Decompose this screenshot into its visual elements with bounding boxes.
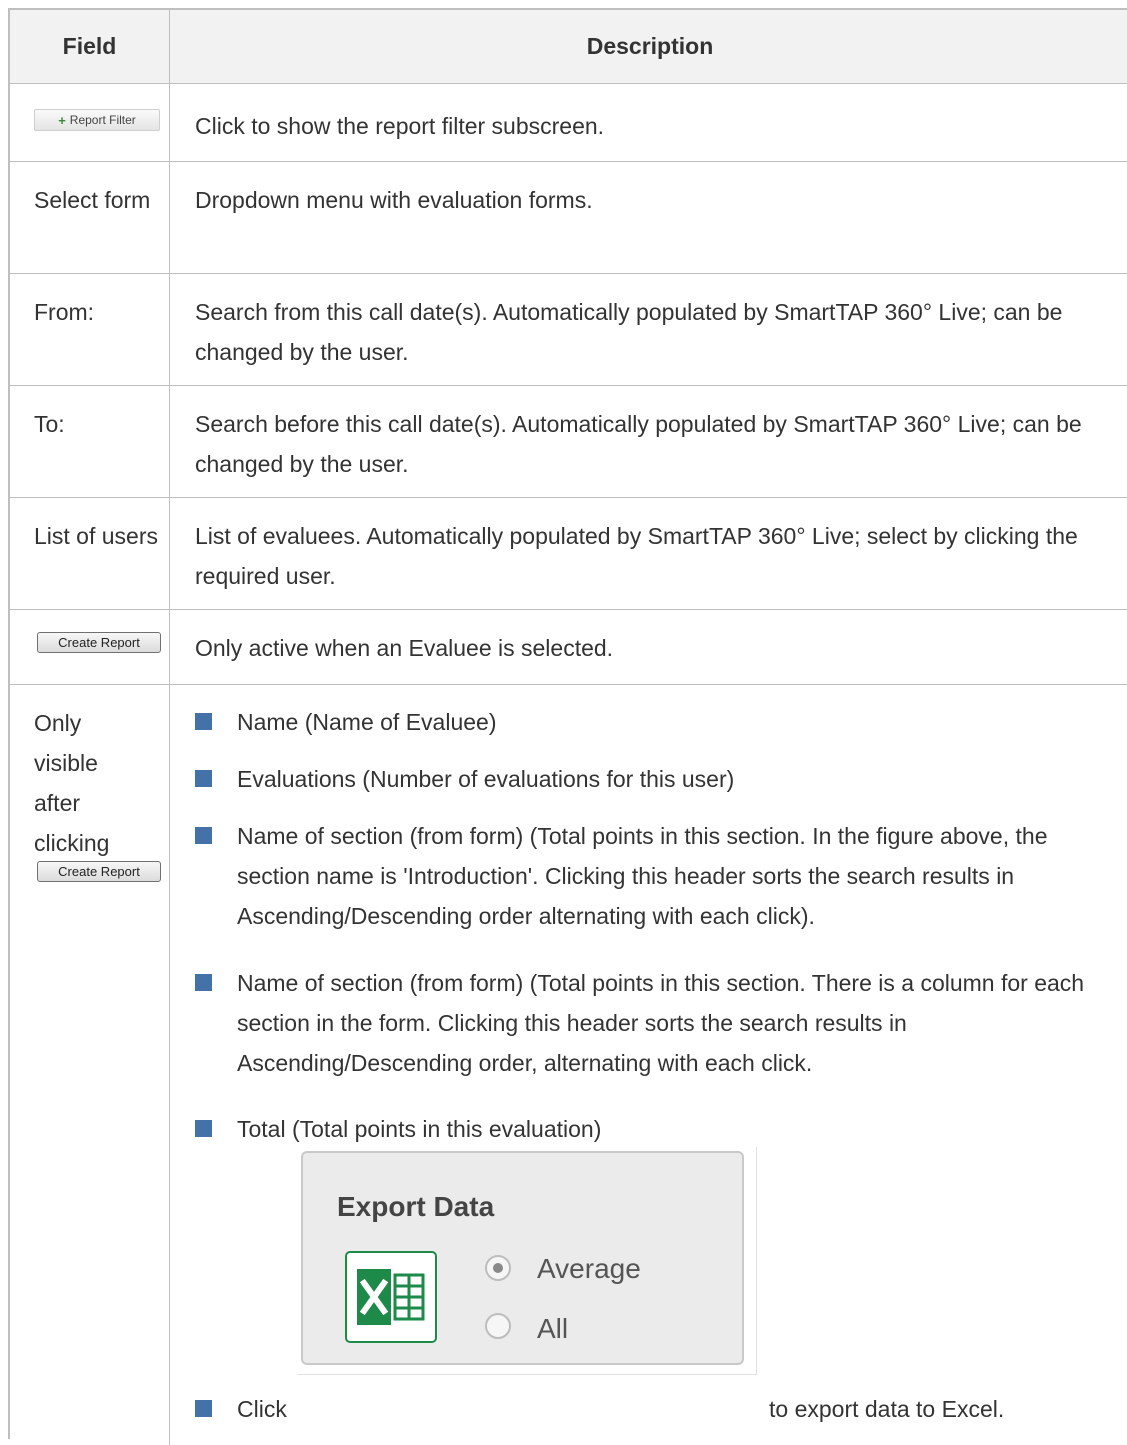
bullet-text: Name of section (from form) (Total point…: [237, 823, 1048, 929]
bullet-text: Total (Total points in this evaluation): [237, 1116, 602, 1142]
report-filter-label: Report Filter: [69, 113, 136, 127]
description-column-header: Description: [586, 33, 714, 59]
field-column-header: Field: [10, 10, 170, 83]
all-option-label: All: [537, 1313, 569, 1344]
table-row: List of users List of evaluees. Automati…: [10, 498, 1127, 610]
export-bullet-suffix: to export data to Excel.: [769, 1396, 1005, 1422]
bullet-marker: [195, 713, 212, 730]
bullet-marker: [195, 974, 212, 991]
row-description: List of evaluees. Automatically populate…: [195, 523, 1078, 589]
bullet-text: Name of section (from form) (Total point…: [237, 970, 1085, 1076]
table-row: + Report Filter Click to show the report…: [10, 84, 1127, 162]
create-report-button[interactable]: Create Report: [37, 632, 161, 653]
export-data-title: Export Data: [337, 1191, 495, 1222]
bullet-text: Evaluations (Number of evaluations for t…: [237, 766, 735, 792]
all-radio[interactable]: [485, 1313, 511, 1339]
table-header-row: Field Description: [10, 10, 1127, 84]
row-field: From:: [34, 299, 95, 325]
row-description: Search before this call date(s). Automat…: [195, 411, 1082, 477]
row-description: Dropdown menu with evaluation forms.: [195, 187, 593, 213]
table-row: To: Search before this call date(s). Aut…: [10, 386, 1127, 498]
row-field: Only visible after clicking: [34, 710, 110, 856]
report-filter-button[interactable]: + Report Filter: [34, 109, 160, 131]
row-field: To:: [34, 411, 65, 437]
bullet-marker: [195, 1400, 212, 1417]
bullet-marker: [195, 827, 212, 844]
row-description: Search from this call date(s). Automatic…: [195, 299, 1063, 365]
average-radio[interactable]: [485, 1255, 511, 1281]
table-row: Select form Dropdown menu with evaluatio…: [10, 162, 1127, 274]
create-report-button[interactable]: Create Report: [37, 861, 161, 882]
export-bullet-prefix: Click: [237, 1396, 287, 1422]
table-row: Create Report Only active when an Evalue…: [10, 610, 1127, 685]
row-field: List of users: [34, 523, 158, 549]
bullet-marker: [195, 770, 212, 787]
plus-icon: +: [58, 112, 66, 128]
table-row: From: Search from this call date(s). Aut…: [10, 274, 1127, 386]
row-field: Select form: [34, 187, 151, 213]
average-option-label: Average: [537, 1253, 641, 1284]
excel-icon[interactable]: [345, 1251, 437, 1343]
bullet-text: Name (Name of Evaluee): [237, 709, 497, 735]
export-data-panel[interactable]: Export Data Average All: [297, 1147, 757, 1375]
row-description: Click to show the report filter subscree…: [195, 113, 605, 139]
row-description: Only active when an Evaluee is selected.: [195, 635, 614, 661]
bullet-marker: [195, 1120, 212, 1137]
